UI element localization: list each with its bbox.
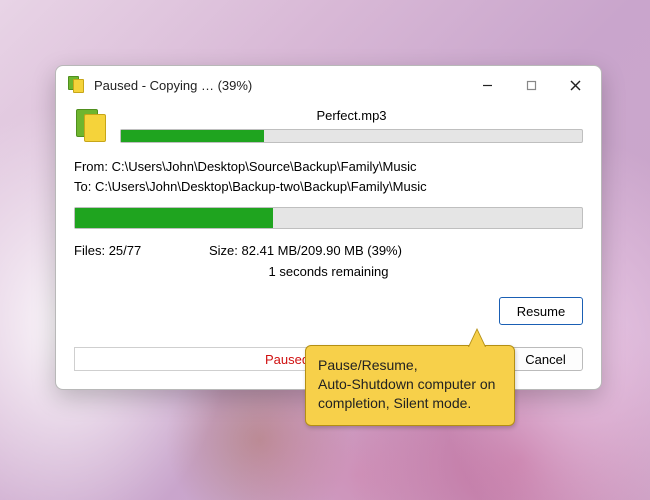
minimize-button[interactable] <box>465 70 509 100</box>
files-value: 25/77 <box>109 243 142 258</box>
size-value: 82.41 MB/209.90 MB (39%) <box>242 243 402 258</box>
time-remaining: 1 seconds remaining <box>74 264 583 279</box>
maximize-button[interactable] <box>509 70 553 100</box>
paths-block: From: C:\Users\John\Desktop\Source\Backu… <box>74 157 583 197</box>
overall-progress-bar <box>74 207 583 229</box>
from-label: From: <box>74 159 108 174</box>
size-label: Size: <box>209 243 238 258</box>
titlebar: Paused - Copying … (39%) <box>56 66 601 104</box>
close-button[interactable] <box>553 70 597 100</box>
current-file-name: Perfect.mp3 <box>120 108 583 123</box>
file-progress-bar <box>120 129 583 143</box>
window-title: Paused - Copying … (39%) <box>94 78 465 93</box>
overall-progress-fill <box>75 208 273 228</box>
to-label: To: <box>74 179 91 194</box>
feature-callout: Pause/Resume,Auto-Shutdown computer on c… <box>305 345 515 426</box>
resume-button[interactable]: Resume <box>499 297 583 325</box>
files-label: Files: <box>74 243 105 258</box>
to-path: C:\Users\John\Desktop\Backup-two\Backup\… <box>95 179 427 194</box>
stats-line: Files: 25/77 Size: 82.41 MB/209.90 MB (3… <box>74 243 583 258</box>
cancel-button[interactable]: Cancel <box>508 347 583 371</box>
copy-dialog: Paused - Copying … (39%) Perfect.mp3 <box>55 65 602 390</box>
file-progress-fill <box>121 130 264 142</box>
copy-icon <box>74 109 108 143</box>
app-icon <box>68 76 86 94</box>
from-path: C:\Users\John\Desktop\Source\Backup\Fami… <box>112 159 417 174</box>
